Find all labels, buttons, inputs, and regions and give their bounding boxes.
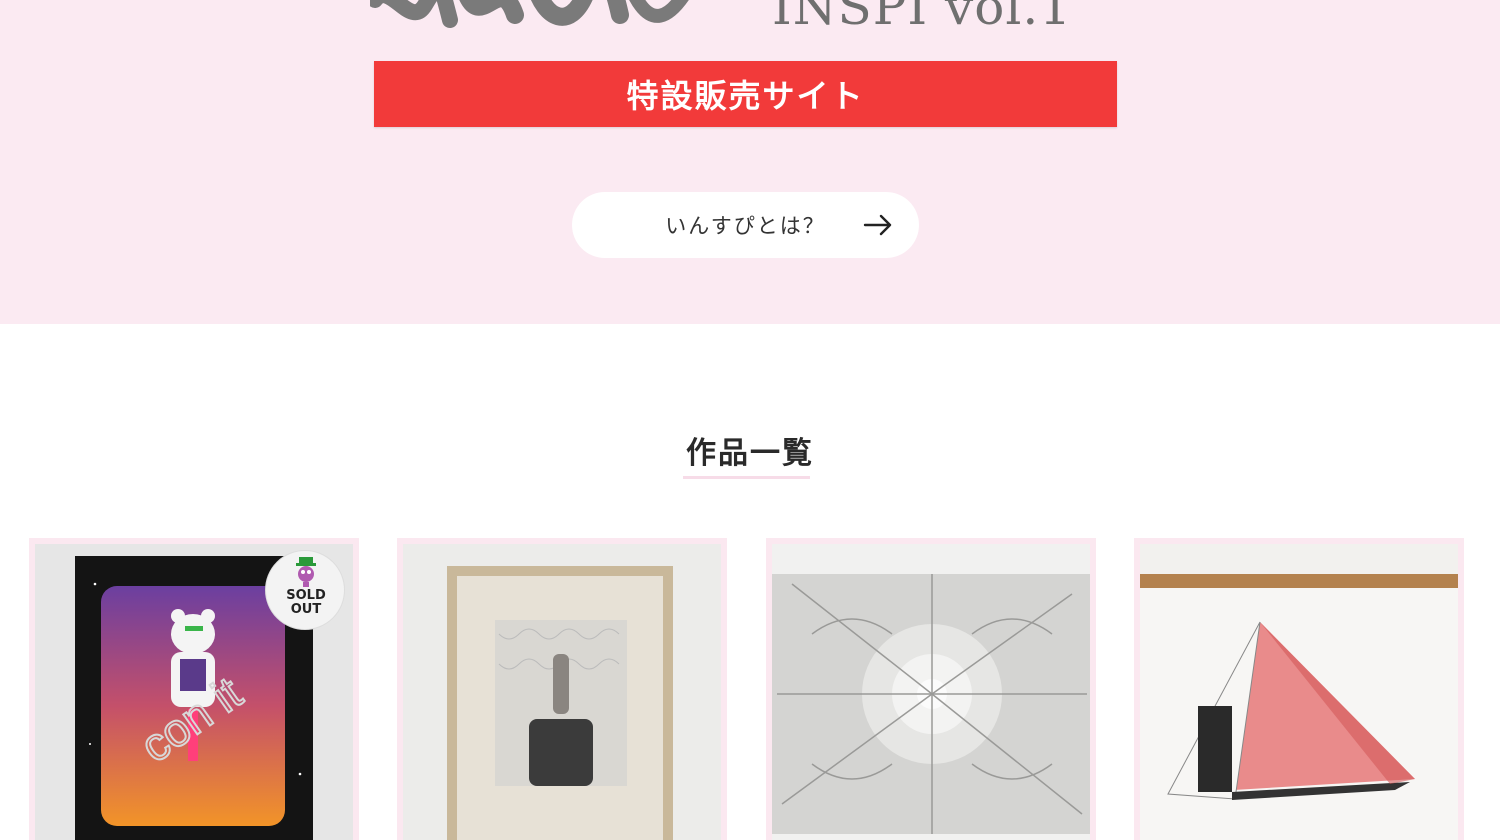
brush-logo — [370, 0, 689, 28]
sold-out-label: SOLD OUT — [286, 588, 326, 617]
works-section-title: 作品一覧 — [686, 436, 814, 471]
work-card[interactable] — [397, 538, 727, 840]
special-sales-banner[interactable]: 特設販売サイト — [374, 61, 1117, 127]
title-underline — [683, 476, 810, 479]
work-card[interactable] — [766, 538, 1096, 840]
work-image — [403, 544, 721, 840]
mascot-icon — [296, 557, 316, 587]
hero-section: INSPI vol.1 特設販売サイト いんすぴとは？ — [0, 0, 1500, 324]
work-card[interactable] — [1134, 538, 1464, 840]
event-title: INSPI vol.1 — [772, 0, 1073, 36]
work-image — [772, 544, 1090, 840]
arrow-right-icon — [863, 214, 892, 236]
work-image — [1140, 544, 1458, 840]
sold-out-badge: SOLD OUT — [265, 550, 345, 630]
about-button-label: いんすぴとは？ — [665, 214, 826, 238]
banner-label: 特設販売サイト — [626, 77, 865, 115]
about-inspi-button[interactable]: いんすぴとは？ — [572, 192, 919, 258]
